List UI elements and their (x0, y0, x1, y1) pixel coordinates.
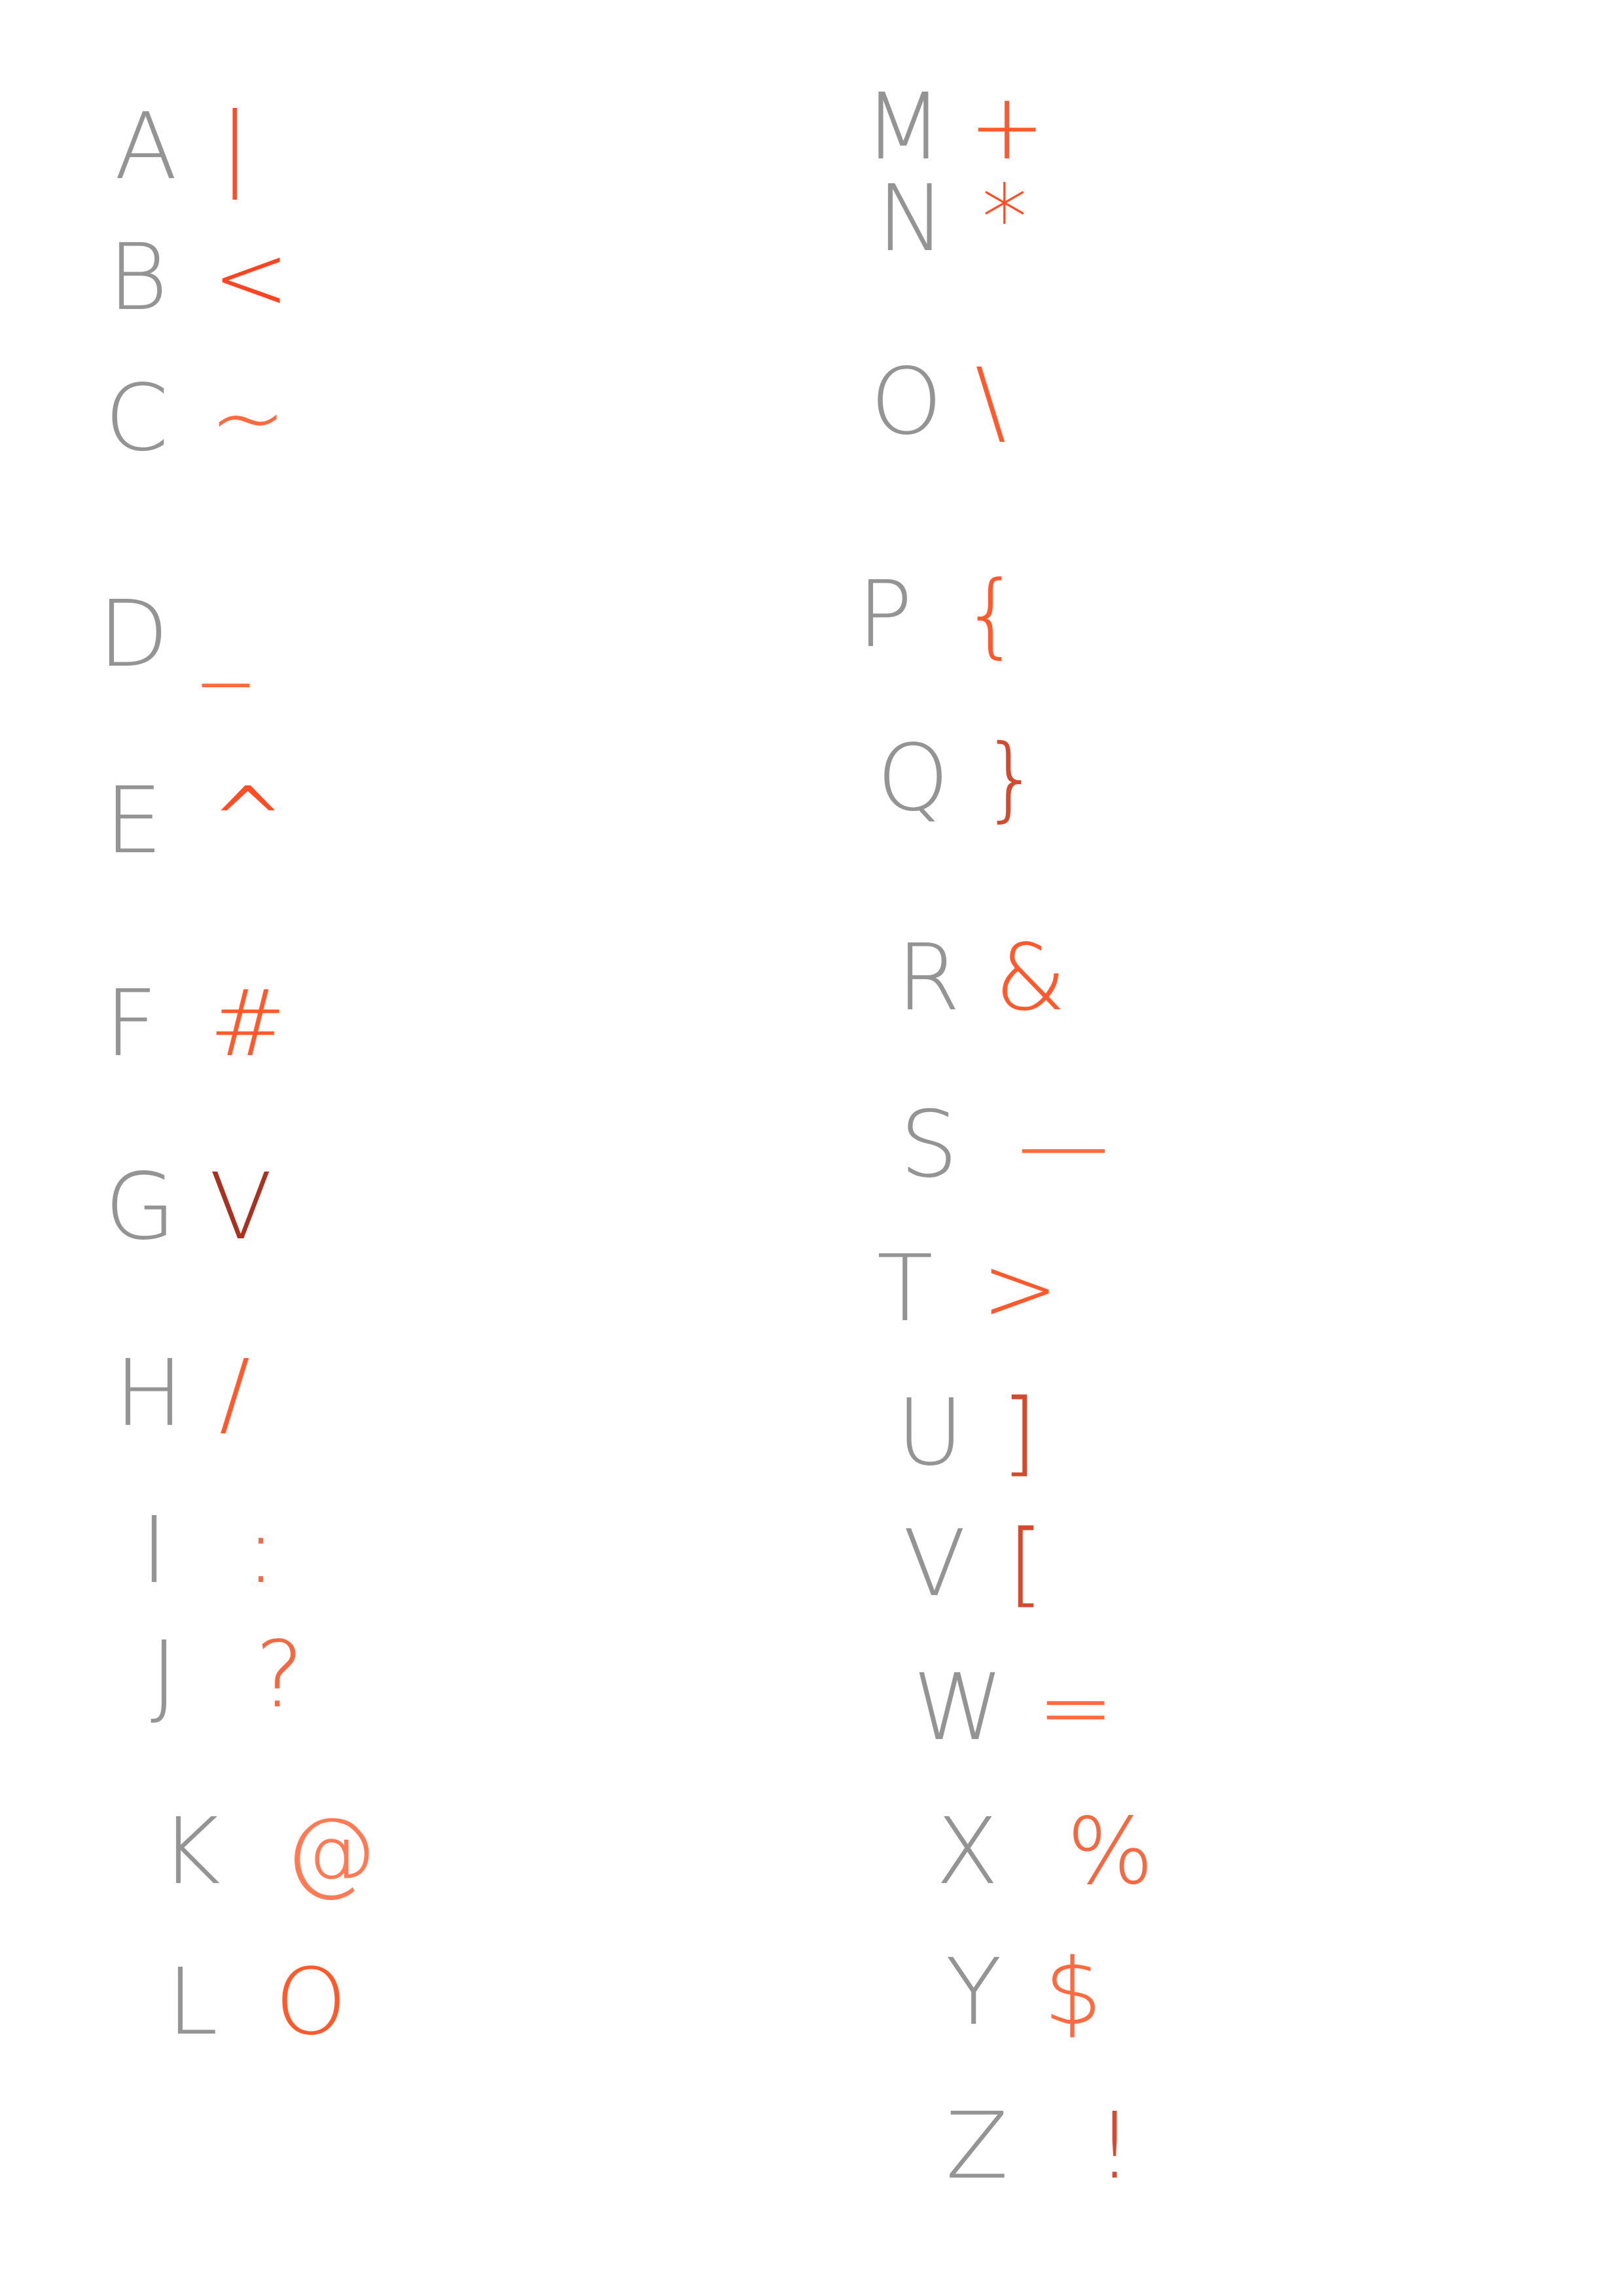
symbol-r: & (995, 925, 1067, 1031)
letter-v: V (903, 1511, 966, 1617)
letter-l: L (167, 1949, 218, 2056)
letter-u: U (897, 1380, 964, 1486)
symbol-c: ~ (209, 365, 287, 472)
letter-j: J (151, 1622, 178, 1729)
letter-r: R (897, 925, 961, 1031)
letter-y: Y (946, 1939, 1002, 2046)
symbol-t: > (982, 1236, 1059, 1342)
letter-e: E (105, 768, 163, 874)
symbol-h: / (219, 1340, 251, 1447)
handwritten-cipher-page: A | B < C ~ D _ E ^ F # G V H / I : J ? … (0, 0, 1623, 2296)
symbol-y: $ (1044, 1939, 1103, 2046)
symbol-s: — (1018, 1092, 1109, 1198)
symbol-x: % (1067, 1799, 1154, 1905)
symbol-m: + (969, 74, 1046, 181)
letter-d: D (98, 581, 169, 688)
symbol-o: \ (975, 349, 1007, 456)
symbol-w: = (1037, 1655, 1115, 1761)
letter-i: I (141, 1498, 168, 1604)
letter-x: X (936, 1799, 999, 1905)
letter-n: N (877, 166, 946, 272)
letter-w: W (913, 1655, 1004, 1761)
symbol-a: | (219, 94, 251, 200)
symbol-v: [ (1008, 1511, 1044, 1617)
letter-h: H (115, 1340, 184, 1447)
letter-z: Z (946, 2093, 1008, 2200)
symbol-b: < (213, 224, 290, 331)
symbol-e: ^ (209, 768, 287, 874)
letter-a: A (115, 94, 177, 200)
symbol-g: V (209, 1154, 272, 1261)
symbol-q: } (982, 725, 1041, 832)
letter-p: P (857, 562, 913, 668)
letter-m: M (864, 74, 943, 181)
letter-k: K (160, 1799, 221, 1905)
letter-s: S (900, 1092, 958, 1198)
letter-g: G (105, 1154, 176, 1261)
letter-b: B (108, 224, 168, 331)
symbol-l: O (275, 1949, 348, 2056)
symbol-d: _ (203, 581, 249, 688)
symbol-z: ! (1096, 2093, 1133, 2200)
symbol-u: ] (1001, 1380, 1037, 1486)
symbol-n: * (982, 166, 1027, 272)
symbol-k: @ (285, 1799, 376, 1905)
letter-q: Q (877, 725, 950, 832)
letter-f: F (105, 971, 158, 1077)
symbol-f: # (209, 971, 287, 1077)
symbol-i: : (245, 1498, 277, 1604)
letter-t: T (877, 1236, 933, 1342)
letter-o: O (870, 349, 943, 456)
letter-c: C (105, 365, 169, 472)
symbol-p: { (962, 562, 1021, 668)
symbol-j: ? (255, 1622, 304, 1729)
